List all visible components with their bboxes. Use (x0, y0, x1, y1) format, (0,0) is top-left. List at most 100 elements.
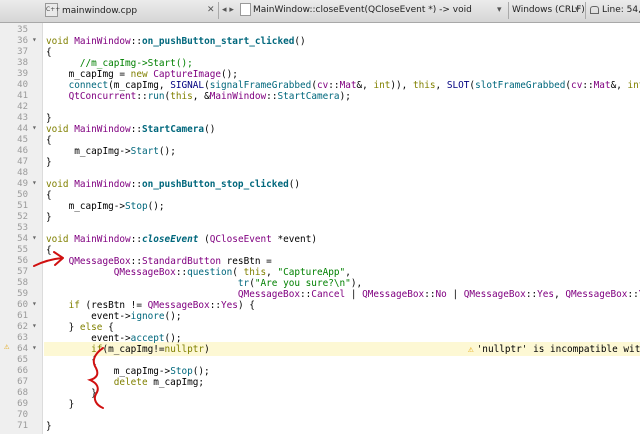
code-token: QMessageBox (565, 289, 628, 300)
code-token: } (46, 421, 52, 432)
code-token: (); (164, 311, 182, 322)
code-token: () (294, 36, 306, 47)
fold-marker-icon[interactable]: ▾ (32, 343, 37, 352)
code-token: SLOT (446, 80, 470, 91)
code-token: :: (525, 289, 538, 300)
close-file-icon[interactable]: ✕ (207, 3, 215, 18)
code-token: () (204, 124, 216, 135)
code-token: &, (610, 80, 628, 91)
chevron-down-icon[interactable]: ▾ (575, 3, 580, 18)
code-line[interactable]: void MainWindow::StartCamera() (46, 123, 215, 137)
function-selector[interactable]: MainWindow::closeEvent(QCloseEvent *) ->… (240, 3, 490, 18)
code-token: Cancel (311, 289, 346, 300)
code-token: No (435, 289, 447, 300)
code-token: slotFrameGrabbed (475, 80, 566, 91)
code-line[interactable]: } (46, 420, 52, 434)
encoding-selector[interactable]: Windows (CRLF) (512, 3, 585, 18)
warning-icon: ⚠ (468, 344, 474, 355)
code-token: , (554, 289, 566, 300)
code-token: Mat (593, 80, 611, 91)
code-token: | (345, 289, 363, 300)
code-token: QtConcurrent (68, 91, 137, 102)
fold-marker-icon[interactable]: ▾ (32, 35, 37, 44)
toolbar-divider (585, 2, 586, 19)
code-token: MainWindow (74, 36, 131, 47)
code-line[interactable]: m_capImg->Start(); (46, 145, 176, 159)
toolbar-divider (218, 2, 219, 19)
code-line[interactable]: void MainWindow::closeEvent (QCloseEvent… (46, 233, 317, 247)
code-line[interactable]: m_capImg->Stop(); (46, 200, 165, 214)
code-token: ( (198, 234, 210, 245)
code-token: :: (136, 91, 148, 102)
nav-arrows-icon[interactable]: ◂ ▸ (222, 3, 234, 18)
toolbar-divider (508, 2, 509, 19)
fold-marker-icon[interactable]: ▾ (32, 299, 37, 308)
code-token: :: (130, 124, 142, 135)
code-token: QMessageBox (463, 289, 526, 300)
code-token: } (46, 399, 75, 410)
code-token: nullptr (164, 344, 205, 355)
code-token: :: (266, 91, 278, 102)
code-token: :: (130, 234, 142, 245)
code-token: ); (339, 91, 351, 102)
gutter-warning-icon[interactable]: ⚠ (4, 342, 9, 352)
code-token: :: (627, 289, 639, 300)
code-token: MainWindow (74, 124, 131, 135)
code-token: QCloseEvent (209, 234, 272, 245)
code-token: )), (390, 80, 413, 91)
fold-marker-icon[interactable]: ▾ (32, 123, 37, 132)
code-token: run (147, 91, 165, 102)
warning-text: 'nullptr' is incompatible with (476, 344, 640, 355)
code-token: MainWindow (74, 234, 131, 245)
code-token: Stop (125, 201, 148, 212)
code-token: Start (130, 146, 159, 157)
code-token: m_capImg-> (46, 146, 131, 157)
fold-marker-icon[interactable]: ▾ (32, 321, 37, 330)
code-token: MainWindow (209, 91, 267, 102)
code-token: m_capImg-> (46, 201, 126, 212)
code-line[interactable]: QtConcurrent::run(this, &MainWindow::Sta… (46, 90, 351, 104)
code-token: ) { (237, 300, 255, 311)
code-token: } (46, 157, 52, 168)
file-tab[interactable]: C++ mainwindow.cpp (45, 3, 215, 18)
code-token: MainWindow (74, 179, 131, 190)
code-token: on_pushButton_stop_clicked (141, 179, 289, 190)
editor-toolbar: C++ mainwindow.cpp ✕ ◂ ▸ MainWindow::clos… (0, 0, 640, 23)
code-token: :: (424, 289, 436, 300)
code-token: QMessageBox (362, 289, 425, 300)
code-token: &, (356, 80, 374, 91)
code-token: on_pushButton_start_clicked (141, 36, 295, 47)
line-column-label: Line: 54, Co (602, 5, 640, 15)
code-token: ) (204, 344, 210, 355)
line-column-indicator[interactable]: Line: 54, Co (590, 3, 640, 18)
code-token: int (627, 80, 640, 91)
cpp-file-icon: C++ (45, 3, 60, 17)
code-token: int (373, 80, 391, 91)
fold-marker-icon[interactable]: ▾ (32, 178, 37, 187)
code-token: :: (582, 80, 594, 91)
code-token: *event) (271, 234, 317, 245)
code-token: } (46, 212, 52, 223)
code-token: :: (130, 179, 142, 190)
code-token: StartCamera (277, 91, 340, 102)
code-line[interactable]: } (46, 211, 52, 225)
code-token: , & (192, 91, 210, 102)
code-token: delete (113, 377, 148, 388)
code-token: m_capImg; (147, 377, 205, 388)
code-line[interactable]: void MainWindow::on_pushButton_stop_clic… (46, 178, 300, 192)
code-line[interactable]: void MainWindow::on_pushButton_start_cli… (46, 35, 306, 49)
code-token: this (170, 91, 193, 102)
line-number-gutter[interactable]: 35 36 37 38 39 40 41 42 43 44 45 46 47 4… (0, 23, 43, 434)
file-name: mainwindow.cpp (62, 5, 138, 16)
fold-marker-icon[interactable]: ▾ (32, 233, 37, 242)
code-line[interactable]: } (46, 398, 75, 412)
code-token: (); (147, 201, 165, 212)
chevron-down-icon[interactable]: ▾ (497, 3, 502, 18)
function-selector-label: MainWindow::closeEvent(QCloseEvent *) ->… (253, 5, 472, 15)
code-token: StartCamera (141, 124, 205, 135)
code-token: :: (130, 36, 142, 47)
code-line[interactable]: } (46, 156, 52, 170)
inline-warning-message[interactable]: ⚠'nullptr' is incompatible with (468, 343, 640, 357)
code-editor[interactable]: void MainWindow::on_pushButton_start_cli… (44, 23, 640, 434)
